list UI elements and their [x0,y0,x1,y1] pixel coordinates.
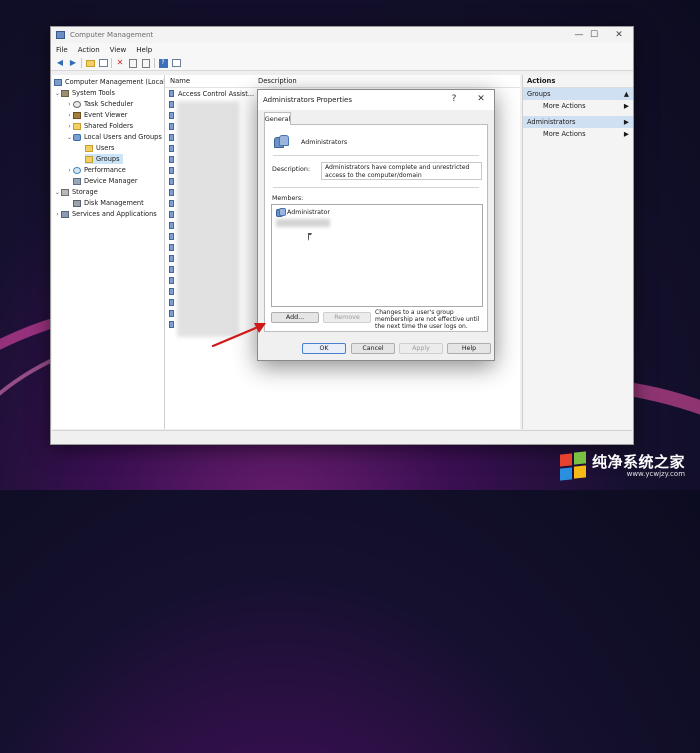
red-arrow-annotation [211,323,266,348]
windows-logo-icon [560,451,588,481]
tab-general[interactable]: General [264,112,291,125]
site-watermark: 纯净系统之家 www.ycwjzy.com [560,451,686,481]
watermark-url: www.ycwjzy.com [626,469,686,478]
watermark-title: 纯净系统之家 [592,452,686,471]
